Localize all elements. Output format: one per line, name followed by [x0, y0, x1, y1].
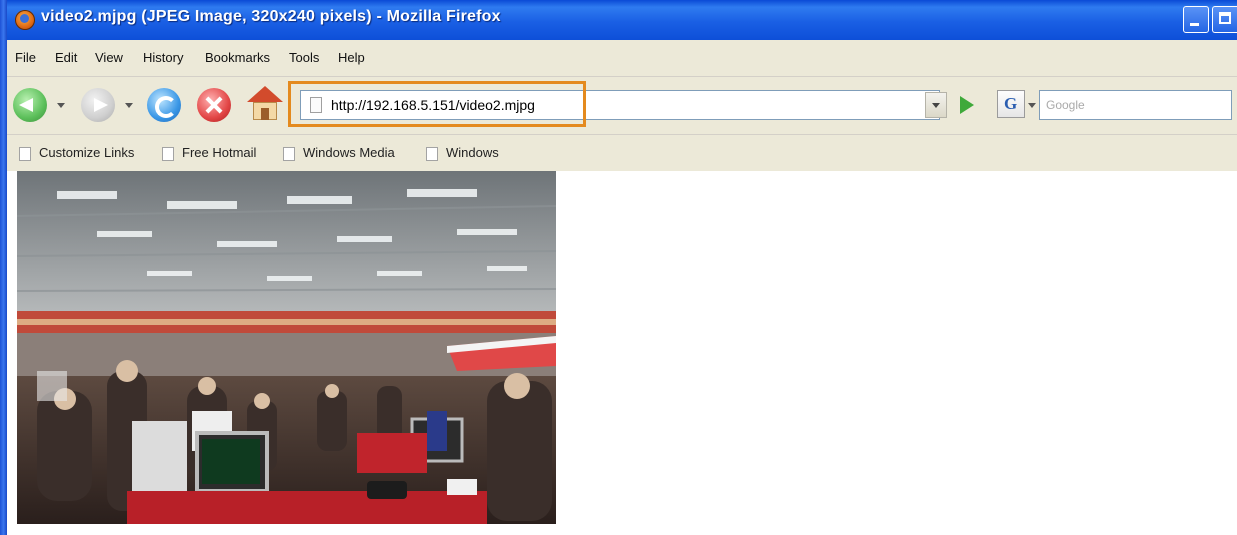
bookmark-label: Windows — [446, 145, 499, 160]
back-history-dropdown-icon[interactable] — [57, 103, 65, 108]
maximize-button[interactable] — [1212, 6, 1237, 33]
minimize-button[interactable] — [1183, 6, 1209, 33]
search-input[interactable]: Google — [1039, 90, 1232, 120]
reload-button[interactable] — [147, 88, 181, 122]
navigation-toolbar: http://192.168.5.151/video2.mjpg G Googl… — [7, 76, 1237, 135]
bookmark-label: Windows Media — [303, 145, 395, 160]
page-content — [7, 171, 1237, 535]
bookmark-windows-media[interactable]: Windows Media — [283, 145, 395, 161]
search-engine-dropdown-icon[interactable] — [1028, 103, 1036, 108]
bookmark-label: Customize Links — [39, 145, 135, 160]
window-border — [0, 0, 7, 535]
menu-file[interactable]: File — [15, 50, 36, 65]
title-bar[interactable]: video2.mjpg (JPEG Image, 320x240 pixels)… — [7, 0, 1237, 40]
forward-button[interactable] — [81, 88, 115, 122]
back-button[interactable] — [13, 88, 47, 122]
camera-image[interactable] — [17, 171, 556, 524]
go-button[interactable] — [952, 91, 978, 119]
bookmark-customize-links[interactable]: Customize Links — [19, 145, 134, 161]
bookmark-page-icon — [283, 146, 295, 161]
window-title: video2.mjpg (JPEG Image, 320x240 pixels)… — [41, 8, 501, 25]
store-scene-image — [17, 171, 556, 524]
bookmark-free-hotmail[interactable]: Free Hotmail — [162, 145, 256, 161]
url-dropdown-button[interactable] — [925, 92, 947, 118]
bookmark-page-icon — [426, 146, 438, 161]
menu-edit[interactable]: Edit — [55, 50, 77, 65]
menu-bar: File Edit View History Bookmarks Tools H… — [7, 40, 1237, 77]
home-button[interactable] — [247, 86, 283, 122]
home-icon-door — [261, 108, 269, 120]
google-icon: G — [1004, 94, 1018, 113]
bookmarks-toolbar: Customize Links Free Hotmail Windows Med… — [7, 135, 1237, 171]
forward-history-dropdown-icon[interactable] — [125, 103, 133, 108]
bookmark-windows[interactable]: Windows — [426, 145, 499, 161]
menu-history[interactable]: History — [143, 50, 183, 65]
home-icon — [247, 86, 283, 102]
url-highlight-box — [288, 81, 586, 127]
firefox-icon — [15, 10, 35, 30]
browser-window: video2.mjpg (JPEG Image, 320x240 pixels)… — [0, 0, 1237, 535]
browser-chrome: File Edit View History Bookmarks Tools H… — [7, 40, 1237, 171]
menu-view[interactable]: View — [95, 50, 123, 65]
bookmark-label: Free Hotmail — [182, 145, 257, 160]
bookmark-page-icon — [162, 146, 174, 161]
menu-tools[interactable]: Tools — [289, 50, 319, 65]
menu-bookmarks[interactable]: Bookmarks — [205, 50, 270, 65]
bookmark-page-icon — [19, 146, 31, 161]
search-placeholder: Google — [1046, 98, 1085, 112]
search-engine-button[interactable]: G — [997, 90, 1025, 118]
menu-help[interactable]: Help — [338, 50, 365, 65]
stop-button[interactable] — [197, 88, 231, 122]
